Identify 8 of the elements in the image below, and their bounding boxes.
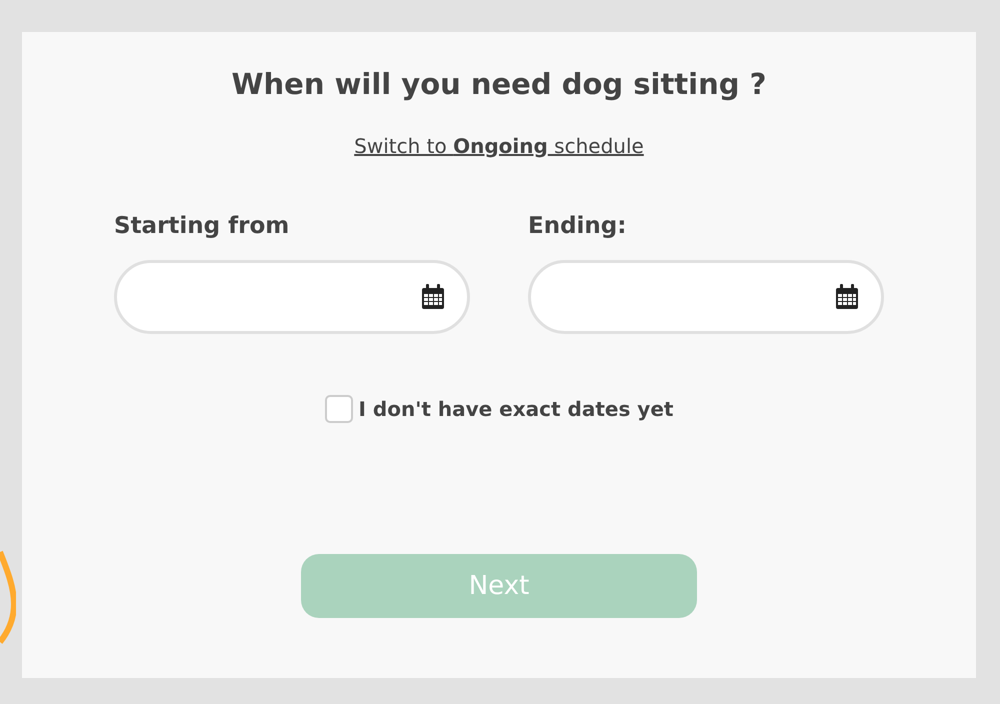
field-label: Starting from: [114, 212, 290, 241]
checkbox-label: I don't have exact dates yet: [358, 396, 674, 423]
switch-schedule-link[interactable]: Switch to Ongoing schedule: [354, 132, 644, 160]
checkbox[interactable]: [324, 395, 353, 423]
field-label: Ending:: [528, 212, 628, 241]
calendar-icon: [421, 284, 445, 310]
form-title: When will you need dog sitting ?: [232, 66, 766, 103]
calendar-icon: [835, 284, 859, 310]
